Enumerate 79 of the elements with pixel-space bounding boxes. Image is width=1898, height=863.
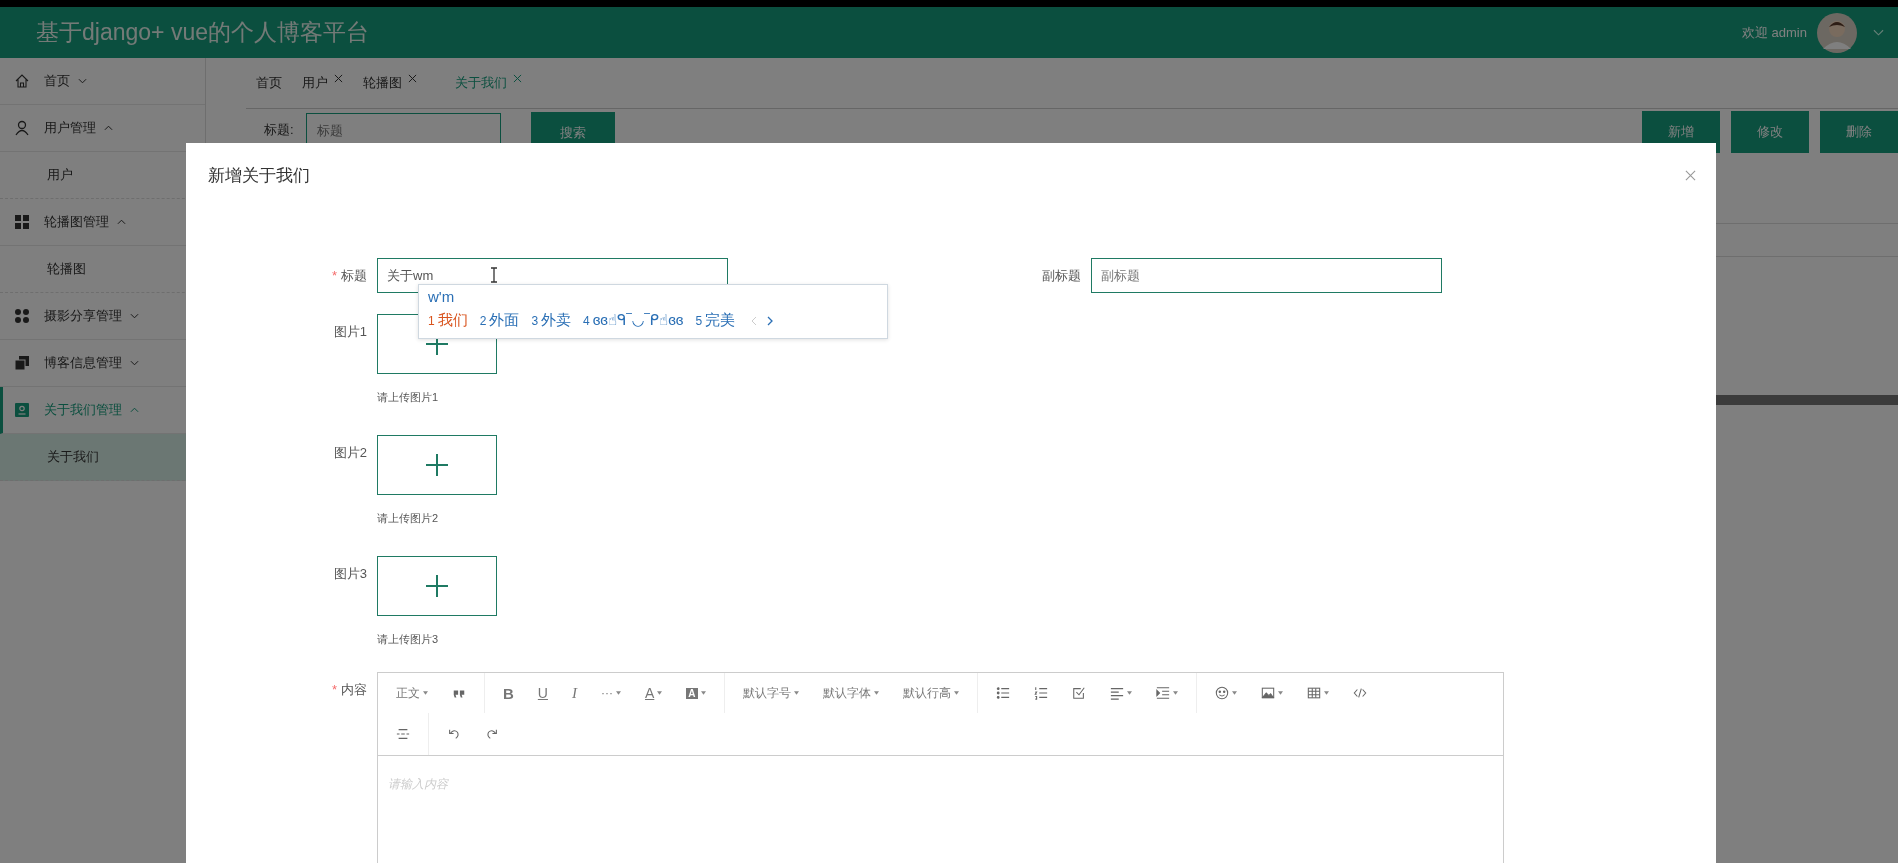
toolbar-button[interactable]: 默认字号 (730, 680, 811, 706)
upload-hint: 请上传图片3 (377, 632, 440, 647)
toolbar-button[interactable]: B (491, 680, 526, 706)
chevron-down-icon[interactable] (1873, 28, 1884, 37)
ime-candidate[interactable]: 3 外卖 (531, 307, 572, 334)
ime-candidate[interactable]: 4 ɞɞ☝ᑫ‾◡‾ᑭ☝ɞɞ (583, 307, 684, 334)
bullet-list-icon (995, 686, 1010, 700)
field-label: 标题 (341, 267, 367, 285)
toolbar-button[interactable]: 默认行高 (890, 680, 971, 706)
ime-candidate[interactable]: 1 我们 (428, 307, 468, 334)
close-icon[interactable] (513, 74, 522, 83)
close-icon[interactable] (1685, 169, 1696, 181)
caret-icon (657, 691, 663, 695)
close-icon[interactable] (334, 74, 343, 83)
tab[interactable]: 轮播图 (363, 74, 417, 92)
field-label: 副标题 (1042, 267, 1081, 285)
welcome-text: 欢迎 admin (1741, 23, 1807, 42)
field-label: 图片3 (333, 565, 367, 583)
upload-box[interactable] (377, 435, 497, 495)
caret-icon (615, 691, 621, 695)
subtitle-input[interactable]: 副标题 (1091, 258, 1442, 293)
image-icon (1260, 686, 1275, 700)
home-icon (14, 73, 30, 89)
action-button[interactable]: 修改 (1731, 111, 1809, 153)
caret-icon (1172, 691, 1178, 695)
required-mark: * (331, 267, 337, 285)
caret-icon (793, 691, 799, 695)
caret-icon (1231, 691, 1237, 695)
caret-icon (1323, 691, 1329, 695)
tab[interactable]: 用户 (302, 74, 343, 92)
upload-hint: 请上传图片1 (377, 390, 440, 405)
required-mark: * (331, 681, 337, 699)
app-title: 基于django+ vue的个人博客平台 (36, 18, 370, 47)
menu-item[interactable]: 首页 (0, 58, 205, 105)
ime-candidate[interactable]: 2 外面 (479, 307, 520, 334)
toolbar-button[interactable]: 正文 (384, 680, 440, 706)
caret-icon (873, 691, 879, 695)
toolbar-button[interactable]: I (559, 680, 589, 706)
field-label: 内容 (341, 681, 367, 699)
table-icon (1306, 686, 1321, 700)
copy-icon (14, 355, 30, 371)
field-label: 图片1 (333, 323, 367, 341)
caret-icon (1277, 691, 1283, 695)
checkbox-icon (1071, 686, 1086, 700)
caret-icon (700, 691, 706, 695)
caret-icon (423, 691, 428, 695)
toolbar-button[interactable]: A (674, 680, 718, 706)
caret-icon (953, 691, 959, 695)
action-button[interactable]: 删除 (1820, 111, 1898, 153)
align-icon (1109, 686, 1124, 700)
ime-candidate[interactable]: 5 完美 (695, 307, 736, 334)
toolbar-button[interactable]: ··· (588, 680, 633, 706)
dots-icon (14, 308, 30, 324)
dialog-title: 新增关于我们 (208, 164, 311, 187)
toolbar-button[interactable]: U (525, 680, 560, 706)
tab[interactable]: 首页 (256, 74, 282, 92)
redo-icon (485, 727, 499, 741)
text-cursor-icon (490, 267, 498, 283)
upload-box[interactable] (377, 556, 497, 616)
plus-icon (425, 453, 449, 477)
close-icon[interactable] (408, 74, 417, 83)
numbered-list-icon (1033, 686, 1048, 700)
tab[interactable]: 关于我们 (455, 74, 522, 92)
smiley-icon (1214, 686, 1229, 700)
field-label: 图片2 (333, 444, 367, 462)
plus-icon (425, 574, 449, 598)
indent-icon (1155, 686, 1170, 700)
toolbar-button[interactable]: 默认字体 (810, 680, 891, 706)
grid-icon (14, 214, 30, 230)
toolbar-button[interactable]: A (632, 680, 675, 706)
badge-icon (14, 402, 30, 418)
user-icon (14, 120, 30, 136)
search-label: 标题: (264, 121, 294, 139)
divider-icon (396, 727, 410, 741)
undo-icon (447, 727, 461, 741)
avatar-icon[interactable] (1817, 12, 1857, 53)
upload-hint: 请上传图片2 (377, 511, 440, 526)
code-icon (1352, 686, 1367, 700)
caret-icon (1126, 691, 1132, 695)
